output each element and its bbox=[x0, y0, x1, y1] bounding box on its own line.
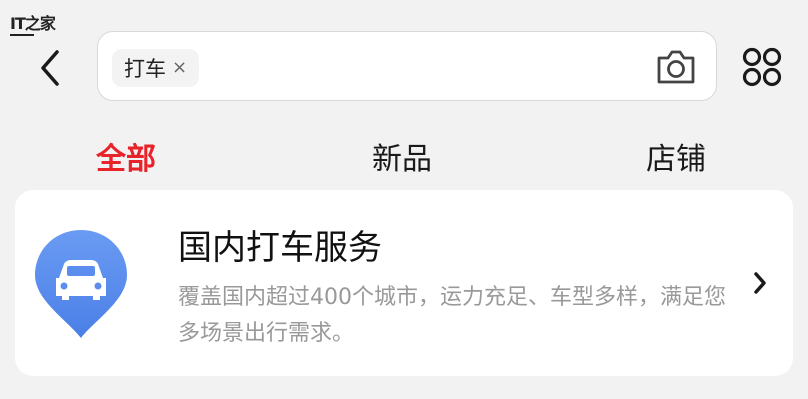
result-title: 国内打车服务 bbox=[178, 228, 382, 268]
camera-icon bbox=[657, 50, 695, 84]
car-pin-icon bbox=[35, 230, 127, 338]
page: IT之家 打车 × 全部 新品 店铺 国内打车服务 覆盖国内超过400个城市，运… bbox=[0, 0, 808, 399]
more-menu-button[interactable] bbox=[740, 45, 784, 89]
search-tag[interactable]: 打车 × bbox=[112, 49, 200, 87]
watermark-logo: IT之家 bbox=[10, 14, 56, 33]
chevron-right-icon bbox=[754, 272, 766, 294]
tab-new-products[interactable]: 新品 bbox=[372, 134, 432, 178]
result-description: 覆盖国内超过400个城市，运力充足、车型多样，满足您多场景出行需求。 bbox=[178, 285, 726, 346]
result-open-button[interactable] bbox=[743, 266, 777, 300]
tag-close-icon[interactable]: × bbox=[172, 59, 187, 77]
camera-button[interactable] bbox=[654, 45, 698, 89]
chevron-left-icon bbox=[41, 50, 59, 86]
search-box[interactable]: 打车 × bbox=[97, 31, 717, 101]
tab-all[interactable]: 全部 bbox=[96, 134, 156, 178]
watermark-underline bbox=[10, 34, 34, 36]
search-tag-label: 打车 bbox=[124, 57, 166, 81]
back-button[interactable] bbox=[30, 44, 70, 92]
tab-stores[interactable]: 店铺 bbox=[646, 134, 706, 178]
grid-dots-icon bbox=[742, 47, 782, 87]
result-card-taxi-service[interactable]: 国内打车服务 覆盖国内超过400个城市，运力充足、车型多样，满足您多场景出行需求… bbox=[15, 190, 793, 376]
